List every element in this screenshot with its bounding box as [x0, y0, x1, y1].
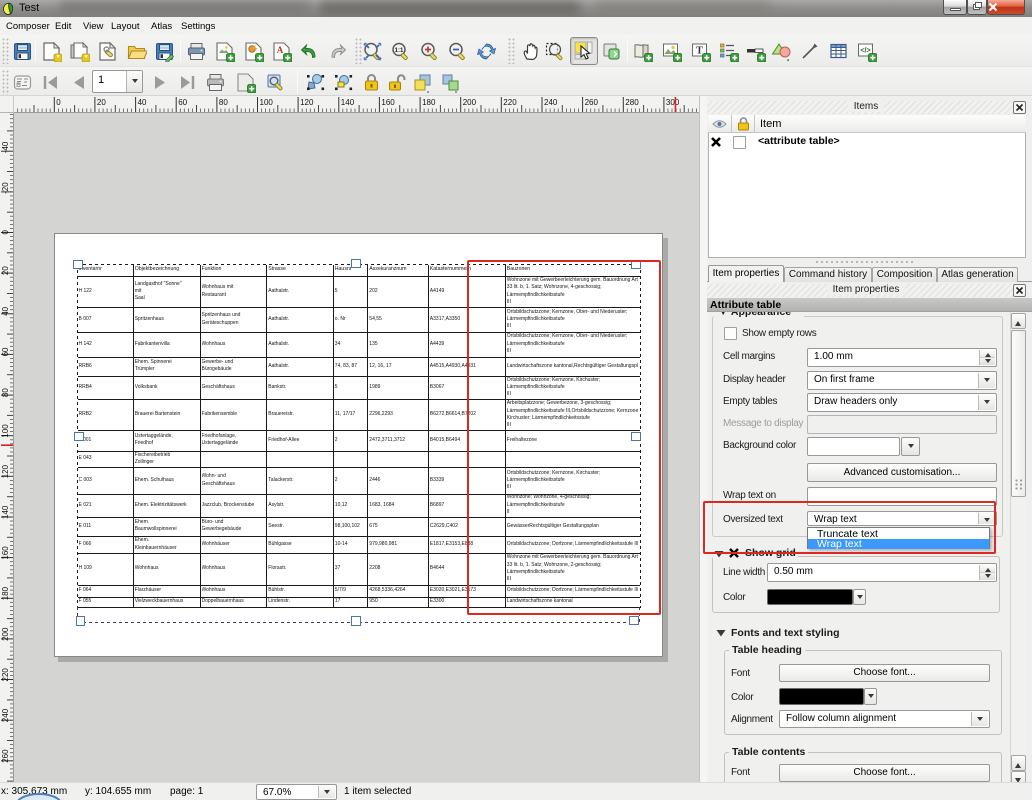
svg-text:100: 100 [1, 424, 10, 438]
svg-text:160: 160 [1, 546, 10, 560]
svg-text:160: 160 [381, 98, 395, 107]
svg-text:40: 40 [138, 98, 147, 107]
svg-text:40: 40 [1, 306, 10, 315]
svg-text:1:1: 1:1 [395, 48, 404, 54]
svg-text:140: 140 [341, 98, 355, 107]
svg-text:20: 20 [1, 266, 10, 275]
svg-text:60: 60 [178, 98, 187, 107]
svg-text:280: 280 [625, 98, 639, 107]
svg-text:260: 260 [585, 98, 599, 107]
svg-text:180: 180 [1, 586, 10, 600]
svg-text:200: 200 [1, 627, 10, 641]
svg-text:240: 240 [1, 708, 10, 722]
svg-text:80: 80 [1, 388, 10, 397]
svg-text:A: A [277, 45, 284, 55]
svg-text:180: 180 [422, 98, 436, 107]
svg-text:220: 220 [1, 668, 10, 682]
svg-text:0: 0 [1, 230, 10, 235]
svg-text:200: 200 [463, 98, 477, 107]
svg-text:0: 0 [56, 98, 61, 107]
svg-text:240: 240 [544, 98, 558, 107]
svg-text:T: T [696, 46, 703, 57]
svg-text:220: 220 [503, 98, 517, 107]
svg-text:20: 20 [97, 98, 106, 107]
svg-text:-40: -40 [1, 141, 10, 153]
svg-text:260: 260 [1, 749, 10, 763]
svg-text:120: 120 [300, 98, 314, 107]
svg-text:-20: -20 [1, 182, 10, 194]
svg-text:300: 300 [666, 98, 680, 107]
svg-text:140: 140 [1, 505, 10, 519]
svg-text:120: 120 [1, 464, 10, 478]
svg-text:100: 100 [260, 98, 274, 107]
svg-text:60: 60 [1, 347, 10, 356]
svg-text:80: 80 [219, 98, 228, 107]
svg-text:</>: </> [860, 48, 870, 55]
